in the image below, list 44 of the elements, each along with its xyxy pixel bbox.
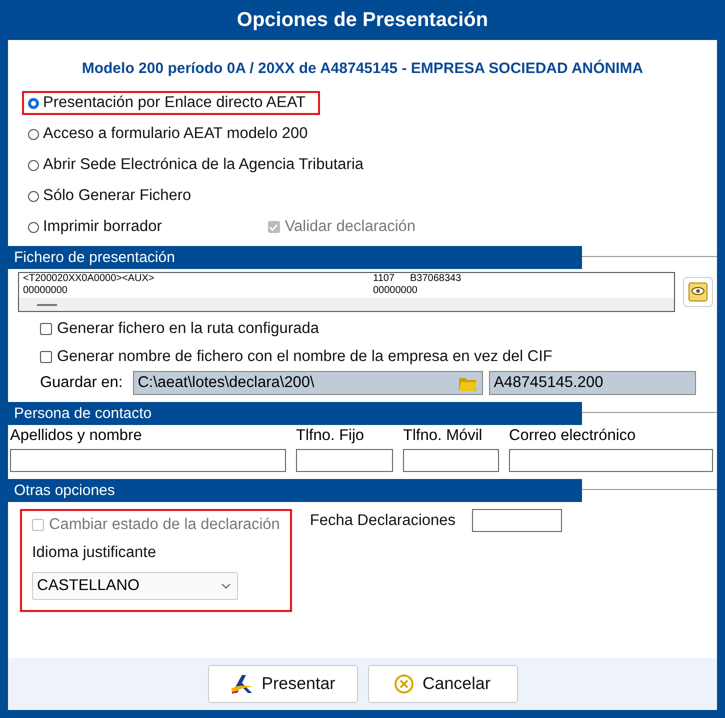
field-label: Guardar en:	[40, 374, 123, 392]
logo-icon	[230, 673, 254, 695]
cancel-button[interactable]: Cancelar	[368, 665, 518, 703]
language-dropdown[interactable]: CASTELLANO	[32, 572, 238, 600]
field-label: Apellidos y nombre	[10, 427, 143, 445]
radio-button-icon	[28, 98, 39, 108]
dialog-subtitle: Modelo 200 período 0A / 20XX de A48745145 - EMPRESA SOCIEDAD ANÓNIMA	[80, 60, 644, 77]
input-field[interactable]	[10, 449, 286, 472]
checkbox[interactable]	[40, 351, 52, 363]
radio-option[interactable]: Sólo Generar Fichero	[22, 184, 198, 208]
view-button[interactable]	[683, 277, 713, 307]
file-preview[interactable]: <T200020XX0A0000><AUX> 1107 B37068343 00000000 00000000	[18, 272, 675, 312]
path-field[interactable]: C:\aeat\lotes\declara\200\	[132, 371, 483, 395]
section-header: Fichero de presentación	[8, 246, 582, 269]
radio-option[interactable]: Presentación por Enlace directo AEAT	[22, 91, 320, 115]
radio-button-icon	[28, 128, 39, 140]
field-label: Fecha Declaraciones	[310, 512, 456, 530]
date-field[interactable]	[472, 509, 562, 532]
checkbox-label: Cambiar estado de la declaración	[49, 516, 280, 534]
radio-option[interactable]: Abrir Sede Electrónica de la Agencia Tributaria	[22, 153, 370, 177]
input-field[interactable]	[403, 449, 499, 472]
checkbox-label: Generar nombre de fichero con el nombre de la empresa en vez del CIF	[57, 348, 552, 366]
window-title: Opciones de Presentación	[236, 8, 490, 32]
radio-option[interactable]: Imprimir borrador	[22, 215, 168, 239]
field-label: Idioma justificante	[32, 544, 158, 562]
field-label: Correo electrónico	[509, 427, 637, 445]
chevron-down-icon	[221, 583, 231, 589]
checkbox-label: Validar declaración	[284, 218, 416, 236]
input-field[interactable]	[296, 449, 393, 472]
radio-button-icon	[28, 222, 39, 232]
radio-button-icon	[28, 190, 39, 202]
field-label: Tlfno. Móvil	[403, 427, 484, 445]
submit-button[interactable]: Presentar	[208, 665, 358, 703]
section-header: Otras opciones	[8, 479, 582, 502]
filename-field[interactable]: A48745145.200	[488, 371, 696, 395]
radio-option[interactable]: Acceso a formulario AEAT modelo 200	[22, 122, 314, 146]
eye-icon	[688, 282, 708, 302]
radio-button-icon	[28, 160, 39, 170]
section-header: Persona de contacto	[8, 402, 582, 425]
checkbox[interactable]	[40, 323, 52, 335]
cancel-icon	[394, 674, 414, 694]
checkbox-label: Generar fichero en la ruta configurada	[57, 320, 319, 338]
input-field[interactable]	[509, 449, 713, 472]
field-label: Tlfno. Fijo	[296, 427, 366, 445]
